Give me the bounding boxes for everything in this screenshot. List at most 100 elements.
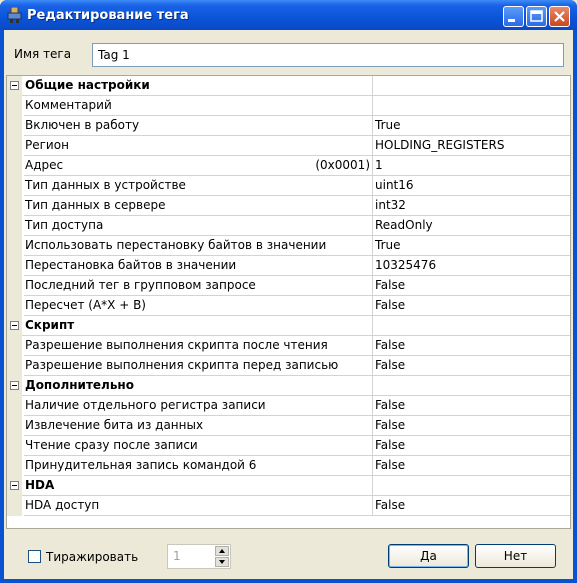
row-name-text: Скрипт (25, 318, 75, 332)
category-name: Скрипт (22, 316, 373, 336)
tag-name-label: Имя тега (14, 47, 72, 61)
property-value[interactable]: False (373, 296, 570, 316)
row-gutter (7, 116, 22, 136)
property-row[interactable]: Тип данных в устройстве uint16 (7, 176, 570, 196)
row-gutter (7, 436, 22, 456)
category-name: Общие настройки (22, 76, 373, 96)
property-row[interactable]: Наличие отдельного регистра записи False (7, 396, 570, 416)
property-row[interactable]: Принудительная запись командой 6 False (7, 456, 570, 476)
property-value[interactable]: ReadOnly (373, 216, 570, 236)
property-row[interactable]: Тип данных в сервере int32 (7, 196, 570, 216)
tag-name-input[interactable] (92, 43, 564, 67)
spin-down-button[interactable] (215, 557, 229, 567)
minimize-button[interactable] (503, 6, 524, 27)
close-button[interactable] (549, 6, 570, 27)
property-row[interactable]: Регион HOLDING_REGISTERS (7, 136, 570, 156)
property-value[interactable]: 1 (373, 156, 570, 176)
property-name: Использовать перестановку байтов в значе… (24, 236, 373, 256)
row-name-text: Разрешение выполнения скрипта после чтен… (25, 338, 328, 352)
row-gutter (7, 196, 22, 216)
minimize-icon (508, 19, 515, 22)
category-row[interactable]: Дополнительно (7, 376, 570, 396)
row-name-text: Принудительная запись командой 6 (25, 458, 257, 472)
property-value[interactable]: False (373, 396, 570, 416)
property-value[interactable] (373, 96, 570, 116)
replicate-checkbox[interactable] (28, 550, 41, 563)
category-row[interactable]: Общие настройки (7, 76, 570, 96)
property-value[interactable]: False (373, 336, 570, 356)
property-row[interactable]: Адрес (0x0001) 1 (7, 156, 570, 176)
collapse-icon[interactable] (10, 81, 19, 90)
maximize-button[interactable] (526, 6, 547, 27)
property-name: Извлечение бита из данных (24, 416, 373, 436)
row-gutter (7, 76, 22, 96)
property-grid[interactable]: Общие настройки Комментарий Включен в рабо… (6, 75, 571, 529)
property-value[interactable]: True (373, 116, 570, 136)
row-gutter (7, 256, 22, 276)
collapse-icon[interactable] (10, 381, 19, 390)
row-gutter (7, 296, 22, 316)
property-value[interactable]: True (373, 236, 570, 256)
property-row[interactable]: Разрешение выполнения скрипта перед запи… (7, 356, 570, 376)
row-name-text: Тип доступа (25, 218, 104, 232)
property-row[interactable]: Чтение сразу после записи False (7, 436, 570, 456)
collapse-icon[interactable] (10, 321, 19, 330)
collapse-icon[interactable] (10, 481, 19, 490)
property-name: Пересчет (A*X + B) (24, 296, 373, 316)
row-name-text: Перестановка байтов в значении (25, 258, 237, 272)
window-title: Редактирование тега (27, 8, 189, 23)
category-row[interactable]: Скрипт (7, 316, 570, 336)
row-gutter (7, 376, 22, 396)
property-row[interactable]: Извлечение бита из данных False (7, 416, 570, 436)
property-name: Тип данных в устройстве (24, 176, 373, 196)
property-name: HDA доступ (24, 496, 373, 516)
title-bar[interactable]: Редактирование тега (0, 0, 577, 30)
row-name-text: Разрешение выполнения скрипта перед запи… (25, 358, 339, 372)
property-row[interactable]: Использовать перестановку байтов в значе… (7, 236, 570, 256)
property-row[interactable]: Перестановка байтов в значении 10325476 (7, 256, 570, 276)
property-value[interactable]: int32 (373, 196, 570, 216)
row-name-text: Включен в работу (25, 118, 140, 132)
property-row[interactable]: HDA доступ False (7, 496, 570, 516)
ok-button[interactable]: Да (388, 544, 469, 568)
address-hex: (0x0001) (315, 158, 370, 172)
row-name-text: Тип данных в устройстве (25, 178, 186, 192)
property-value[interactable]: False (373, 416, 570, 436)
property-name: Адрес (0x0001) (24, 156, 373, 176)
property-row[interactable]: Пересчет (A*X + B) False (7, 296, 570, 316)
row-name-text: Регион (25, 138, 69, 152)
property-value[interactable]: uint16 (373, 176, 570, 196)
row-gutter (7, 356, 22, 376)
dialog-window: Редактирование тега Имя тега Общие настр… (0, 0, 577, 583)
property-value[interactable]: False (373, 276, 570, 296)
row-name-text: Дополнительно (25, 378, 134, 392)
property-row[interactable]: Разрешение выполнения скрипта после чтен… (7, 336, 570, 356)
row-gutter (7, 96, 22, 116)
property-value[interactable]: False (373, 496, 570, 516)
row-gutter (7, 276, 22, 296)
property-value[interactable]: 10325476 (373, 256, 570, 276)
replicate-count-value: 1 (173, 549, 181, 563)
property-row[interactable]: Тип доступа ReadOnly (7, 216, 570, 236)
cancel-button[interactable]: Нет (475, 544, 556, 568)
property-value[interactable]: False (373, 436, 570, 456)
row-name-text: Общие настройки (25, 78, 150, 92)
replicate-count-stepper[interactable]: 1 (167, 544, 231, 569)
replicate-label[interactable]: Тиражировать (46, 550, 138, 564)
property-value[interactable]: HOLDING_REGISTERS (373, 136, 570, 156)
row-gutter (7, 136, 22, 156)
property-value[interactable]: False (373, 456, 570, 476)
property-row[interactable]: Последний тег в групповом запросе False (7, 276, 570, 296)
close-icon (554, 11, 565, 22)
row-name-text: Наличие отдельного регистра записи (25, 398, 266, 412)
property-row[interactable]: Включен в работу True (7, 116, 570, 136)
property-value[interactable]: False (373, 356, 570, 376)
property-name: Тип данных в сервере (24, 196, 373, 216)
spin-up-button[interactable] (215, 546, 229, 556)
bottom-bar: Тиражировать 1 Да Нет (4, 535, 573, 579)
category-row[interactable]: HDA (7, 476, 570, 496)
row-gutter (7, 476, 22, 496)
property-name: Разрешение выполнения скрипта после чтен… (24, 336, 373, 356)
property-row[interactable]: Комментарий (7, 96, 570, 116)
row-gutter (7, 236, 22, 256)
